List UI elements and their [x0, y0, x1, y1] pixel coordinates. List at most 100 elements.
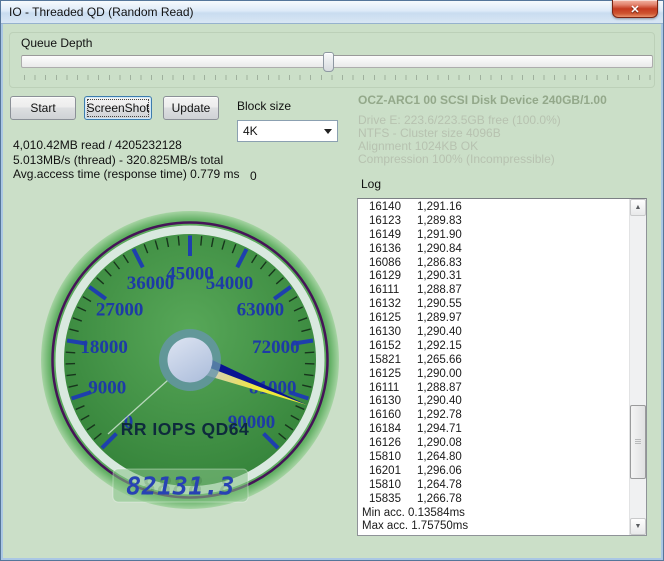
queue-depth-group: Queue Depth [9, 32, 655, 88]
gauge-tick-label: 18000 [80, 337, 128, 358]
gauge-hub [167, 337, 213, 383]
queue-depth-label: Queue Depth [21, 36, 93, 50]
scroll-up-button[interactable]: ▲ [630, 199, 646, 216]
log-iops-value: 16130 [369, 326, 401, 339]
scroll-down-button[interactable]: ▼ [630, 518, 646, 535]
gauge-svg: 0900018000270003600045000540006300072000… [41, 211, 339, 509]
slider-thumb[interactable] [323, 52, 335, 72]
log-scrollbar[interactable]: ▲ ▼ [629, 199, 646, 535]
log-rows: 16140 1,291.16 16123 1,289.83 16149 1,291.90 1… [358, 201, 629, 535]
log-row[interactable]: 16149 1,291.90 [358, 229, 629, 243]
log-iops-value: 16160 [369, 409, 401, 422]
close-button[interactable]: ✕ [612, 0, 658, 18]
stat-read-total: 4,010.42MB read / 4205232128 [13, 138, 182, 152]
stat-access-time: Avg.access time (response time) 0.779 ms [13, 167, 240, 181]
log-row[interactable]: 16123 1,289.83 [358, 215, 629, 229]
disk-info-line: Compression 100% (Incompressible) [358, 152, 555, 166]
update-button[interactable]: Update [163, 96, 219, 120]
chevron-down-icon [324, 129, 332, 134]
error-count: 0 [250, 169, 257, 183]
queue-depth-slider[interactable] [21, 52, 653, 72]
gauge-minor-tick [65, 351, 76, 354]
gauge-tick-label: 63000 [237, 299, 285, 320]
log-bandwidth-value: 1,290.08 [417, 437, 462, 450]
digital-display-value: 82131.3 [126, 472, 235, 501]
log-bandwidth-value: 1,291.90 [417, 228, 462, 241]
scroll-down-icon: ▼ [634, 523, 642, 530]
log-row[interactable]: 16140 1,291.16 [358, 201, 629, 215]
log-row[interactable]: 16152 1,292.15 [358, 340, 629, 354]
iops-gauge: 0 9000 18000 27000 36000 45000 54000 63000 72000… [35, 205, 345, 515]
log-bandwidth-value: 1,290.40 [417, 326, 462, 339]
log-bandwidth-value: 1,290.00 [417, 367, 462, 380]
log-iops-value: 16184 [369, 423, 401, 436]
log-row[interactable]: 16160 1,292.78 [358, 409, 629, 423]
log-row[interactable]: 16086 1,286.83 [358, 257, 629, 271]
log-bandwidth-value: 1,292.15 [417, 339, 462, 352]
window-titlebar[interactable]: IO - Threaded QD (Random Read) [1, 1, 663, 24]
log-iops-value: 16126 [369, 437, 401, 450]
log-row[interactable]: 16136 1,290.84 [358, 243, 629, 257]
log-row[interactable]: 16125 1,290.00 [358, 368, 629, 382]
disk-title: OCZ-ARC1 00 SCSI Disk Device 240GB/1.00 [358, 93, 607, 107]
log-bandwidth-value: 1,289.83 [417, 214, 462, 227]
log-row[interactable]: 16130 1,290.40 [358, 326, 629, 340]
log-bandwidth-value: 1,289.97 [417, 312, 462, 325]
log-iops-value: 15810 [369, 451, 401, 464]
log-row[interactable]: 16129 1,290.31 [358, 270, 629, 284]
block-size-value: 4K [243, 124, 258, 138]
log-bandwidth-value: 1,266.78 [417, 492, 462, 505]
log-row[interactable]: 15810 1,264.78 [358, 479, 629, 493]
log-iops-value: 16086 [369, 256, 401, 269]
log-footer-row[interactable]: Min acc. 0.13584ms [358, 507, 629, 521]
log-bandwidth-value: 1,290.31 [417, 270, 462, 283]
log-row[interactable]: 16126 1,290.08 [358, 437, 629, 451]
log-iops-value: 16132 [369, 298, 401, 311]
slider-tickmarks [24, 75, 654, 80]
log-row[interactable]: 15810 1,264.80 [358, 451, 629, 465]
log-bandwidth-value: 1,294.71 [417, 423, 462, 436]
log-row[interactable]: 16201 1,296.06 [358, 465, 629, 479]
gauge-tick-label: 9000 [88, 377, 126, 398]
log-iops-value: 16111 [369, 381, 400, 394]
log-iops-value: 16125 [369, 312, 401, 325]
client-area: Queue Depth Start ScreenShot Update Bloc… [3, 24, 661, 558]
log-footer-row[interactable]: Max acc. 1.75750ms [358, 520, 629, 534]
close-icon: ✕ [630, 4, 640, 16]
throughput-stats: 4,010.42MB read / 4205232128 5.013MB/s (… [13, 138, 240, 182]
gauge-minor-tick [177, 235, 180, 246]
log-row[interactable]: 16132 1,290.55 [358, 298, 629, 312]
log-footer-text: Min acc. 0.13584ms [362, 506, 465, 519]
app-window: IO - Threaded QD (Random Read) ✕ Queue D… [0, 0, 664, 561]
log-iops-value: 16130 [369, 395, 401, 408]
stat-speed: 5.013MB/s (thread) - 320.825MB/s total [13, 152, 224, 167]
log-row[interactable]: 16111 1,288.87 [358, 382, 629, 396]
log-row[interactable]: 16130 1,290.40 [358, 395, 629, 409]
gauge-title: RR IOPS QD64 [121, 419, 250, 439]
log-iops-value: 15821 [369, 353, 401, 366]
log-row[interactable]: 16125 1,289.97 [358, 312, 629, 326]
gauge-minor-tick [304, 351, 315, 354]
scrollbar-thumb[interactable] [630, 404, 646, 480]
log-bandwidth-value: 1,290.40 [417, 395, 462, 408]
log-iops-value: 15810 [369, 478, 401, 491]
log-row[interactable]: 16184 1,294.71 [358, 423, 629, 437]
log-bandwidth-value: 1,286.83 [417, 256, 462, 269]
log-iops-value: 16152 [369, 339, 401, 352]
scroll-up-icon: ▲ [634, 204, 642, 211]
gauge-tick-label: 72000 [252, 337, 300, 358]
log-bandwidth-value: 1,265.66 [417, 353, 462, 366]
log-row[interactable]: 16111 1,288.87 [358, 284, 629, 298]
screenshot-button[interactable]: ScreenShot [84, 96, 152, 120]
log-row[interactable]: 15821 1,265.66 [358, 354, 629, 368]
start-button[interactable]: Start [10, 96, 76, 120]
log-bandwidth-value: 1,264.80 [417, 451, 462, 464]
log-row[interactable]: 15835 1,266.78 [358, 493, 629, 507]
log-bandwidth-value: 1,290.55 [417, 298, 462, 311]
log-iops-value: 16123 [369, 214, 401, 227]
log-bandwidth-value: 1,291.16 [417, 201, 462, 213]
log-label: Log [361, 177, 382, 191]
log-bandwidth-value: 1,288.87 [417, 381, 462, 394]
block-size-select[interactable]: 4K [237, 120, 338, 142]
log-listbox[interactable]: 16140 1,291.16 16123 1,289.83 16149 1,291.90 1… [357, 198, 647, 536]
